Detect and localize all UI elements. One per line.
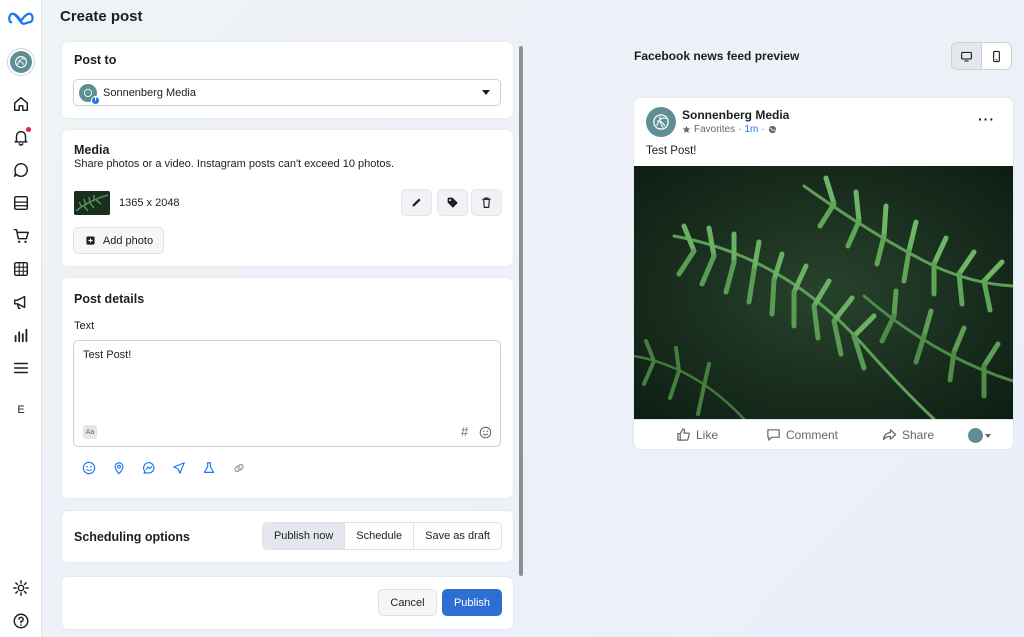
desktop-icon (961, 51, 972, 62)
cart-icon[interactable] (9, 224, 33, 248)
add-photo-button[interactable]: Add photo (73, 227, 164, 254)
chat-icon[interactable] (9, 158, 33, 182)
post-preview-card: Sonnenberg Media Favorites · 1m · ··· Te… (634, 98, 1013, 449)
scrollbar[interactable] (519, 46, 523, 576)
help-icon[interactable] (9, 609, 33, 633)
meta-separator-2: · (761, 124, 765, 135)
media-dimensions: 1365 x 2048 (119, 197, 180, 209)
flask-icon[interactable] (201, 460, 217, 476)
mobile-icon (993, 50, 1000, 62)
post-page-name[interactable]: Sonnenberg Media (682, 108, 789, 122)
bell-icon[interactable] (9, 125, 33, 149)
post-details-card: Post details Text Test Post! Aa # (62, 278, 513, 498)
publish-button[interactable]: Publish (442, 589, 502, 616)
meta-logo-icon[interactable] (7, 8, 35, 28)
comment-label: Comment (786, 427, 839, 442)
more-options-icon[interactable]: ··· (978, 111, 995, 127)
delete-media-button[interactable] (471, 189, 502, 216)
share-icon (882, 429, 897, 441)
menu-icon[interactable] (9, 356, 33, 380)
emoji-icon[interactable] (479, 426, 492, 439)
pencil-icon (412, 198, 421, 207)
boost-rocket-icon[interactable] (171, 460, 187, 476)
trash-icon (482, 197, 491, 208)
post-to-select[interactable]: f Sonnenberg Media (73, 79, 501, 106)
scheduling-title: Scheduling options (74, 530, 190, 544)
footer-card: Cancel Publish (62, 577, 513, 629)
edit-media-button[interactable] (401, 189, 432, 216)
post-page-avatar[interactable] (646, 107, 676, 137)
media-card: Media Share photos or a video. Instagram… (62, 130, 513, 266)
preview-title: Facebook news feed preview (634, 49, 800, 63)
facebook-badge-icon: f (91, 95, 100, 105)
post-text-value: Test Post! (83, 349, 132, 361)
tag-icon (447, 197, 458, 208)
text-field-label: Text (74, 320, 95, 332)
page-avatar-logo (10, 51, 32, 73)
link-icon[interactable] (231, 460, 247, 476)
scheduling-card: Scheduling options Publish now Schedule … (62, 511, 513, 562)
save-as-draft-option[interactable]: Save as draft (413, 523, 501, 549)
comment-action[interactable]: Comment (766, 427, 838, 442)
like-action[interactable]: Like (676, 427, 718, 442)
scheduling-options: Publish now Schedule Save as draft (261, 522, 502, 550)
post-preview-image[interactable] (634, 166, 1013, 419)
media-title: Media (74, 143, 110, 157)
content-icon[interactable] (9, 191, 33, 215)
post-to-title: Post to (74, 53, 117, 67)
table-icon[interactable] (9, 257, 33, 281)
sidebar: E (0, 0, 42, 637)
thumbs-up-icon (677, 428, 690, 441)
meta-separator: · (738, 124, 742, 135)
tag-media-button[interactable] (437, 189, 468, 216)
post-details-title: Post details (74, 292, 145, 306)
post-actions: Like Comment Share (634, 419, 1013, 449)
media-thumbnail[interactable] (74, 191, 110, 215)
post-text-area[interactable]: Test Post! Aa # (73, 340, 501, 447)
post-to-card: Post to f Sonnenberg Media (62, 42, 513, 118)
hashtag-icon[interactable]: # (461, 424, 468, 439)
home-icon[interactable] (9, 92, 33, 116)
page-avatar-small: f (79, 83, 100, 105)
desktop-preview-button[interactable] (952, 43, 982, 69)
add-photo-icon (86, 236, 95, 245)
media-subtitle: Share photos or a video. Instagram posts… (74, 158, 395, 170)
megaphone-icon[interactable] (9, 290, 33, 314)
schedule-option[interactable]: Schedule (344, 523, 414, 549)
comment-icon (767, 429, 780, 441)
mobile-preview-button[interactable] (982, 43, 1011, 69)
chart-icon[interactable] (9, 323, 33, 347)
globe-icon (768, 125, 776, 134)
post-time[interactable]: 1m (744, 124, 758, 135)
favorites-label: Favorites (694, 124, 736, 135)
device-toggle (951, 42, 1012, 70)
share-label: Share (902, 427, 935, 442)
post-as-avatar (968, 428, 983, 443)
post-meta: Favorites · 1m · (682, 124, 777, 135)
post-to-selected-label: Sonnenberg Media (103, 86, 196, 99)
location-pin-icon[interactable] (111, 460, 127, 476)
account-initial[interactable]: E (9, 404, 33, 422)
add-photo-label: Add photo (102, 234, 154, 247)
messenger-icon[interactable] (141, 460, 157, 476)
settings-gear-icon[interactable] (9, 576, 33, 600)
share-action[interactable]: Share (882, 427, 934, 442)
star-icon (682, 125, 691, 133)
post-as-selector[interactable] (968, 428, 991, 443)
like-label: Like (696, 427, 719, 442)
chevron-down-icon (482, 90, 490, 95)
page-avatar[interactable] (7, 48, 35, 76)
notification-dot (26, 127, 31, 132)
post-preview-text: Test Post! (646, 145, 697, 157)
publish-now-option[interactable]: Publish now (262, 523, 345, 549)
text-format-icon[interactable]: Aa (83, 425, 97, 439)
cancel-button[interactable]: Cancel (378, 589, 437, 616)
feeling-icon[interactable] (81, 460, 97, 476)
chevron-down-icon (985, 433, 991, 438)
page-title: Create post (60, 8, 143, 25)
